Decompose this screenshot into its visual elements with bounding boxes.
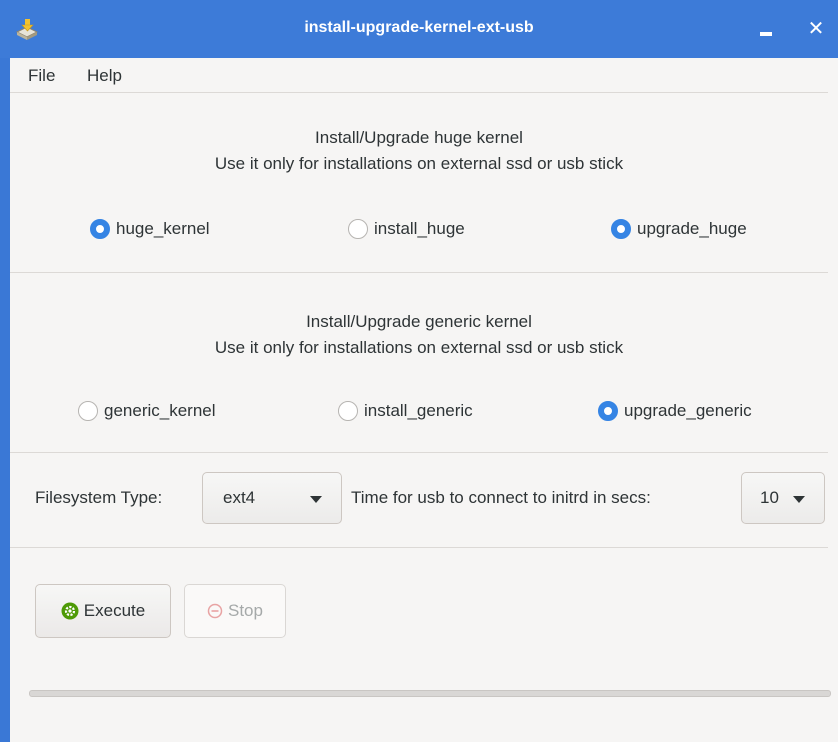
menu-bar: File Help — [10, 58, 838, 92]
radio-label: install_generic — [364, 401, 473, 420]
radio-label: install_huge — [374, 219, 465, 238]
progress-bar — [29, 690, 831, 697]
usb-time-value: 10 — [760, 488, 779, 507]
radio-huge-kernel[interactable]: huge_kernel — [90, 217, 210, 241]
huge-radio-group: huge_kernel install_huge upgrade_huge — [10, 217, 828, 241]
filesystem-type-dropdown[interactable]: ext4 — [202, 472, 342, 524]
minimize-button[interactable] — [760, 32, 772, 36]
section-separator — [10, 547, 828, 548]
menu-help[interactable]: Help — [87, 66, 122, 86]
radio-install-huge[interactable]: install_huge — [348, 217, 465, 241]
title-bar[interactable]: install-upgrade-kernel-ext-usb ✕ — [0, 0, 838, 58]
radio-label: huge_kernel — [116, 219, 210, 238]
huge-heading-title: Install/Upgrade huge kernel — [315, 128, 523, 147]
radio-label: upgrade_huge — [637, 219, 747, 238]
radio-indicator — [338, 401, 358, 421]
chevron-down-icon — [310, 496, 322, 503]
radio-install-generic[interactable]: install_generic — [338, 399, 473, 423]
filesystem-type-value: ext4 — [223, 488, 256, 507]
menu-separator — [10, 92, 828, 93]
radio-indicator — [611, 219, 631, 239]
execute-icon — [61, 602, 79, 620]
radio-indicator — [598, 401, 618, 421]
radio-indicator — [348, 219, 368, 239]
stop-icon — [207, 603, 223, 619]
chevron-down-icon — [793, 496, 805, 503]
execute-label: Execute — [83, 601, 146, 620]
radio-upgrade-huge[interactable]: upgrade_huge — [611, 217, 747, 241]
radio-label: generic_kernel — [104, 401, 216, 420]
stop-button[interactable]: Stop — [184, 584, 286, 638]
generic-heading-subtitle: Use it only for installations on externa… — [214, 338, 624, 357]
window-title: install-upgrade-kernel-ext-usb — [304, 19, 534, 36]
radio-indicator — [78, 401, 98, 421]
section-separator — [10, 452, 828, 453]
radio-generic-kernel[interactable]: generic_kernel — [78, 399, 216, 423]
section-separator — [10, 272, 828, 273]
radio-indicator — [90, 219, 110, 239]
generic-radio-group: generic_kernel install_generic upgrade_g… — [10, 399, 828, 423]
usb-time-dropdown[interactable]: 10 — [741, 472, 825, 524]
close-button[interactable]: ✕ — [805, 17, 827, 41]
huge-heading-subtitle: Use it only for installations on externa… — [214, 154, 624, 173]
filesystem-type-label: Filesystem Type: — [35, 488, 163, 507]
menu-file[interactable]: File — [28, 66, 55, 86]
usb-time-label: Time for usb to connect to initrd in sec… — [351, 488, 651, 507]
stop-label: Stop — [228, 601, 263, 620]
radio-upgrade-generic[interactable]: upgrade_generic — [598, 399, 752, 423]
execute-button[interactable]: Execute — [35, 584, 171, 638]
radio-label: upgrade_generic — [624, 401, 752, 420]
generic-heading-title: Install/Upgrade generic kernel — [306, 312, 532, 331]
app-window: install-upgrade-kernel-ext-usb ✕ File He… — [0, 0, 838, 742]
